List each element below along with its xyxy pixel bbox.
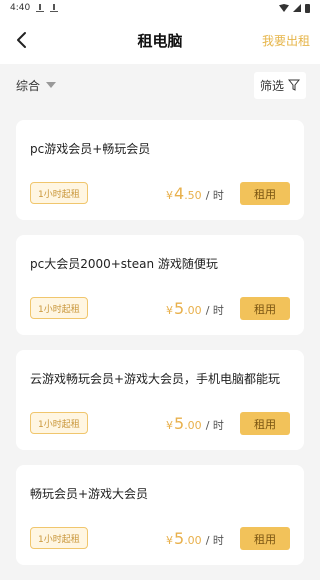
price-integer: 4 (174, 184, 185, 203)
item-title: 畅玩会员+游戏大会员 (30, 487, 149, 501)
list-item[interactable]: 云游戏畅玩会员+游戏大会员，手机电脑都能玩 1小时起租 ¥ 5 .00 / 时 … (16, 350, 304, 450)
status-time: 4:40 (10, 3, 31, 13)
nav-bar: 租电脑 我要出租 (0, 16, 320, 64)
price-currency: ¥ (166, 189, 173, 202)
price: ¥ 5 .00 / 时 (166, 529, 224, 548)
price-unit: / 时 (205, 304, 224, 317)
caret-down-icon (46, 82, 57, 88)
item-title: pc大会员2000+stean 游戏随便玩 (30, 257, 218, 271)
list-item[interactable]: pc大会员2000+stean 游戏随便玩 1小时起租 ¥ 5 .00 / 时 … (16, 235, 304, 335)
min-rent-badge: 1小时起租 (30, 297, 88, 319)
min-rent-badge: 1小时起租 (30, 182, 88, 204)
price-integer: 5 (174, 529, 185, 548)
download-icon (50, 3, 59, 13)
status-bar: 4:40 (0, 0, 320, 16)
price-unit: / 时 (205, 189, 224, 202)
price-decimal: .00 (184, 534, 202, 547)
price-integer: 5 (174, 414, 185, 433)
price-decimal: .50 (184, 189, 202, 202)
price-integer: 5 (174, 299, 185, 318)
price-currency: ¥ (166, 419, 173, 432)
item-title: 云游戏畅玩会员+游戏大会员，手机电脑都能玩 (30, 372, 281, 386)
rental-list: pc游戏会员+畅玩会员 1小时起租 ¥ 4 .50 / 时 租用 pc大会员20… (16, 120, 304, 580)
price-unit: / 时 (205, 419, 224, 432)
price-decimal: .00 (184, 304, 202, 317)
price: ¥ 4 .50 / 时 (166, 184, 224, 203)
price: ¥ 5 .00 / 时 (166, 414, 224, 433)
sort-label: 综合 (16, 78, 41, 93)
status-left: 4:40 (10, 3, 59, 13)
signal-icon (293, 4, 301, 12)
download-icon (36, 3, 45, 13)
price: ¥ 5 .00 / 时 (166, 299, 224, 318)
item-title: pc游戏会员+畅玩会员 (30, 142, 151, 156)
battery-icon (305, 3, 310, 13)
price-decimal: .00 (184, 419, 202, 432)
rent-out-button[interactable]: 我要出租 (262, 32, 310, 49)
rent-button[interactable]: 租用 (240, 297, 290, 320)
price-unit: / 时 (205, 534, 224, 547)
status-right (279, 3, 310, 13)
filter-label: 筛选 (259, 78, 284, 93)
wifi-icon (279, 4, 289, 12)
rent-button[interactable]: 租用 (240, 412, 290, 435)
min-rent-badge: 1小时起租 (30, 527, 88, 549)
list-item[interactable]: 畅玩会员+游戏大会员 1小时起租 ¥ 5 .00 / 时 租用 (16, 465, 304, 565)
min-rent-badge: 1小时起租 (30, 412, 88, 434)
list-item[interactable]: pc游戏会员+畅玩会员 1小时起租 ¥ 4 .50 / 时 租用 (16, 120, 304, 220)
price-currency: ¥ (166, 534, 173, 547)
rent-button[interactable]: 租用 (240, 527, 290, 550)
sort-dropdown[interactable]: 综合 (16, 77, 57, 94)
filter-button[interactable]: 筛选 (253, 71, 306, 99)
funnel-icon (288, 79, 300, 91)
rent-button[interactable]: 租用 (240, 182, 290, 205)
filter-bar: 综合 筛选 (0, 64, 320, 106)
price-currency: ¥ (166, 304, 173, 317)
